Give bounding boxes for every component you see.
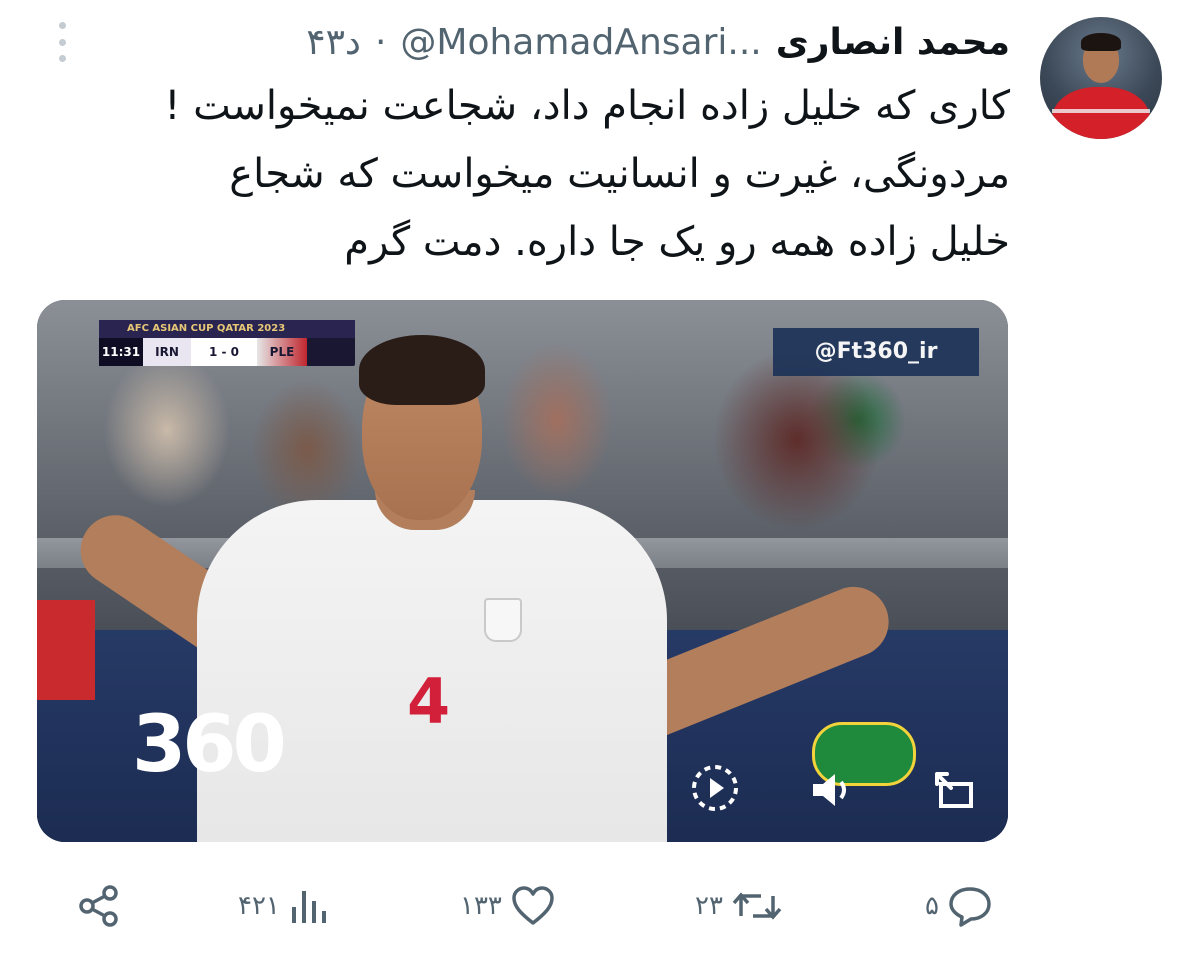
- avatar-shirt: [1052, 87, 1150, 139]
- jersey-crest: [484, 598, 522, 642]
- avatar[interactable]: [1040, 17, 1162, 139]
- tweet-header: محمد انصاری @MohamadAnsari... · ۴۳د: [306, 14, 1010, 70]
- reply-icon: [949, 887, 991, 927]
- tweet-text-line: خلیل زاده همه رو یک جا داره. دمت گرم: [344, 219, 1010, 265]
- reply-count: ۵: [925, 891, 939, 921]
- views-button[interactable]: ۴۲۱: [238, 876, 328, 936]
- handle[interactable]: @MohamadAnsari...: [400, 22, 761, 63]
- tweet-text-line: کاری که خلیل زاده انجام داد، شجاعت نمیخو…: [164, 83, 1010, 129]
- more-icon[interactable]: [52, 22, 72, 62]
- like-button[interactable]: ۱۳۳: [460, 876, 556, 936]
- tweet-text-line: مردونگی، غیرت و انسانیت میخواست که شجاع: [229, 151, 1010, 197]
- video-frame-sleeve: [37, 600, 95, 700]
- retweet-button[interactable]: ۲۳: [695, 876, 783, 936]
- scorebug-away: PLE: [257, 338, 307, 366]
- volume-icon[interactable]: [809, 770, 859, 810]
- avatar-hair: [1081, 33, 1121, 51]
- like-count: ۱۳۳: [460, 891, 502, 921]
- share-icon: [79, 885, 118, 927]
- separator-dot: ·: [374, 21, 387, 63]
- avatar-shirt-stripe: [1052, 109, 1150, 113]
- timestamp[interactable]: ۴۳د: [306, 22, 361, 63]
- channel-watermark: @Ft360_ir: [773, 328, 979, 376]
- jersey-number: 4: [407, 665, 451, 738]
- scorebug-score: 1 - 0: [191, 338, 257, 366]
- display-name[interactable]: محمد انصاری: [776, 22, 1010, 63]
- scorebug-title: AFC ASIAN CUP QATAR 2023: [99, 320, 355, 338]
- scorebug: AFC ASIAN CUP QATAR 2023 11:31 IRN 1 - 0…: [99, 320, 355, 366]
- video-player[interactable]: 4 AFC ASIAN CUP QATAR 2023 11:31 IRN 1 -…: [37, 300, 1008, 842]
- share-button[interactable]: [76, 876, 122, 936]
- tweet-actions: ۵ ۲۳ ۱۳۳ ۴۲۱: [70, 876, 1010, 936]
- expand-icon[interactable]: [929, 762, 979, 812]
- reply-button[interactable]: ۵: [925, 876, 993, 936]
- views-icon: [291, 891, 326, 923]
- tweet: محمد انصاری @MohamadAnsari... · ۴۳د کاری…: [0, 0, 1200, 966]
- scorebug-clock: 11:31: [99, 338, 143, 366]
- retweet-icon: [732, 892, 782, 920]
- channel-logo: 360: [132, 700, 287, 790]
- retweet-count: ۲۳: [695, 891, 723, 921]
- tweet-text: کاری که خلیل زاده انجام داد، شجاعت نمیخو…: [50, 72, 1010, 276]
- like-icon: [512, 886, 554, 925]
- scorebug-home: IRN: [143, 338, 191, 366]
- play-icon[interactable]: [689, 762, 741, 814]
- views-count: ۴۲۱: [238, 891, 280, 921]
- player-hair: [359, 335, 485, 405]
